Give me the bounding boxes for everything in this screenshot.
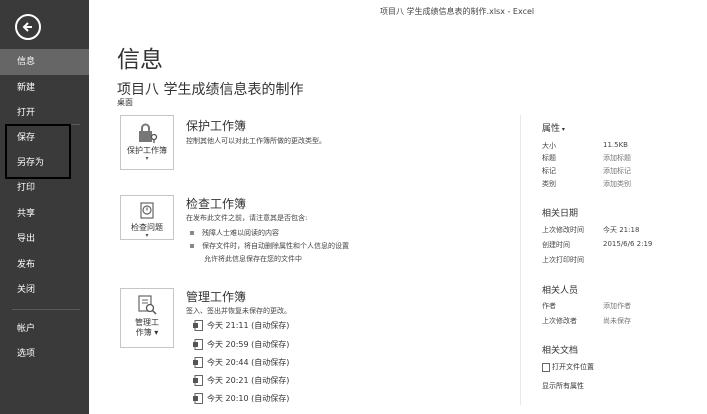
chevron-down-icon: ▾ [560,126,565,133]
back-button[interactable] [15,14,41,40]
nav-separator [12,309,80,310]
window-title: 项目八 学生成绩信息表的制作.xlsx - Excel [380,7,535,16]
bullet-icon [190,231,194,235]
nav-info[interactable]: 信息 [0,49,89,75]
properties-heading: 属性 [542,124,561,134]
manage-workbook-tile-label-2: 作簿 [135,328,152,337]
page-title: 信息 [117,47,163,73]
nav-publish[interactable]: 发布 [0,252,89,278]
manage-workbook-desc: 签入、签出并恢复未保存的更改。 [186,307,291,315]
property-label: 标题 [542,154,556,162]
excel-file-icon [193,393,203,404]
folder-icon [542,362,550,372]
nav-options[interactable]: 选项 [0,341,89,367]
property-label: 上次打印时间 [542,256,584,264]
panel-divider [520,115,521,405]
property-value: 2015/6/6 2:19 [603,240,653,248]
document-search-icon [138,295,157,315]
add-tag-field[interactable]: 添加标记 [603,166,631,176]
manage-workbook-tile-label: 管理工 [135,318,159,327]
property-label: 作者 [542,302,556,310]
list-item: 保存文件时，将自动删除属性和个人信息的设置 [190,241,349,251]
property-value: 尚未保存 [603,317,631,325]
excel-file-icon [193,375,203,386]
add-author-field[interactable]: 添加作者 [603,301,631,311]
bullet-icon [190,244,194,248]
version-item[interactable]: 今天 20:59 (自动保存) [193,339,289,350]
back-arrow-icon [22,22,32,32]
property-label: 类别 [542,180,556,188]
document-location: 桌面 [117,98,133,107]
excel-file-icon [193,320,203,331]
manage-workbook-button[interactable]: 管理工 作簿 ▾ [120,288,174,348]
version-item[interactable]: 今天 21:11 (自动保存) [193,320,289,331]
excel-file-icon [193,339,203,350]
nav-new[interactable]: 新建 [0,75,89,101]
inspect-workbook-desc: 在发布此文件之前，请注意其是否包含: [186,214,308,222]
chevron-down-icon: ▾ [145,155,149,162]
inspect-workbook-note: 允许将此信息保存在您的文件中 [204,255,302,263]
protect-workbook-title: 保护工作簿 [186,119,247,133]
document-title: 项目八 学生成绩信息表的制作 [117,82,304,98]
protect-workbook-desc: 控制其他人可以对此工作簿所做的更改类型。 [186,137,326,145]
property-label: 上次修改者 [542,317,577,325]
related-docs-heading: 相关文档 [542,346,579,356]
version-item[interactable]: 今天 20:44 (自动保存) [193,357,289,368]
property-label: 大小 [542,142,556,150]
version-item[interactable]: 今天 20:10 (自动保存) [193,393,289,404]
lock-key-icon [139,123,158,143]
nav-close[interactable]: 关闭 [0,277,89,303]
protect-workbook-button[interactable]: 保护工作簿 ▾ [120,115,174,170]
add-title-field[interactable]: 添加标题 [603,153,631,163]
list-item: 残障人士难以阅读的内容 [190,228,279,238]
version-item[interactable]: 今天 20:21 (自动保存) [193,375,289,386]
inspect-workbook-title: 检查工作簿 [186,197,247,211]
property-label: 上次修改时间 [542,226,584,234]
property-value: 11.5KB [603,141,628,149]
properties-dropdown[interactable]: 属性 ▾ [542,121,565,134]
related-people-heading: 相关人员 [542,286,579,296]
related-dates-heading: 相关日期 [542,209,579,219]
open-file-location-link[interactable]: 打开文件位置 [542,362,594,372]
property-label: 标记 [542,167,556,175]
add-category-field[interactable]: 添加类别 [603,179,631,189]
manage-workbook-title: 管理工作簿 [186,290,247,304]
show-all-properties-link[interactable]: 显示所有属性 [542,381,584,391]
excel-file-icon [193,357,203,368]
nav-account[interactable]: 帐户 [0,316,89,342]
check-issues-button[interactable]: 检查问题 ▾ [120,195,174,240]
property-value: 今天 21:18 [603,226,640,234]
nav-share[interactable]: 共享 [0,201,89,227]
nav-export[interactable]: 导出 [0,226,89,252]
backstage-sidebar: 信息 新建 打开 保存 另存为 打印 共享 导出 发布 关闭 帐户 选项 [0,0,89,414]
property-label: 创建时间 [542,241,570,249]
save-group-highlight [5,124,71,179]
nav-open[interactable]: 打开 [0,100,89,126]
document-check-icon [140,202,154,219]
chevron-down-icon: ▾ [145,232,149,239]
